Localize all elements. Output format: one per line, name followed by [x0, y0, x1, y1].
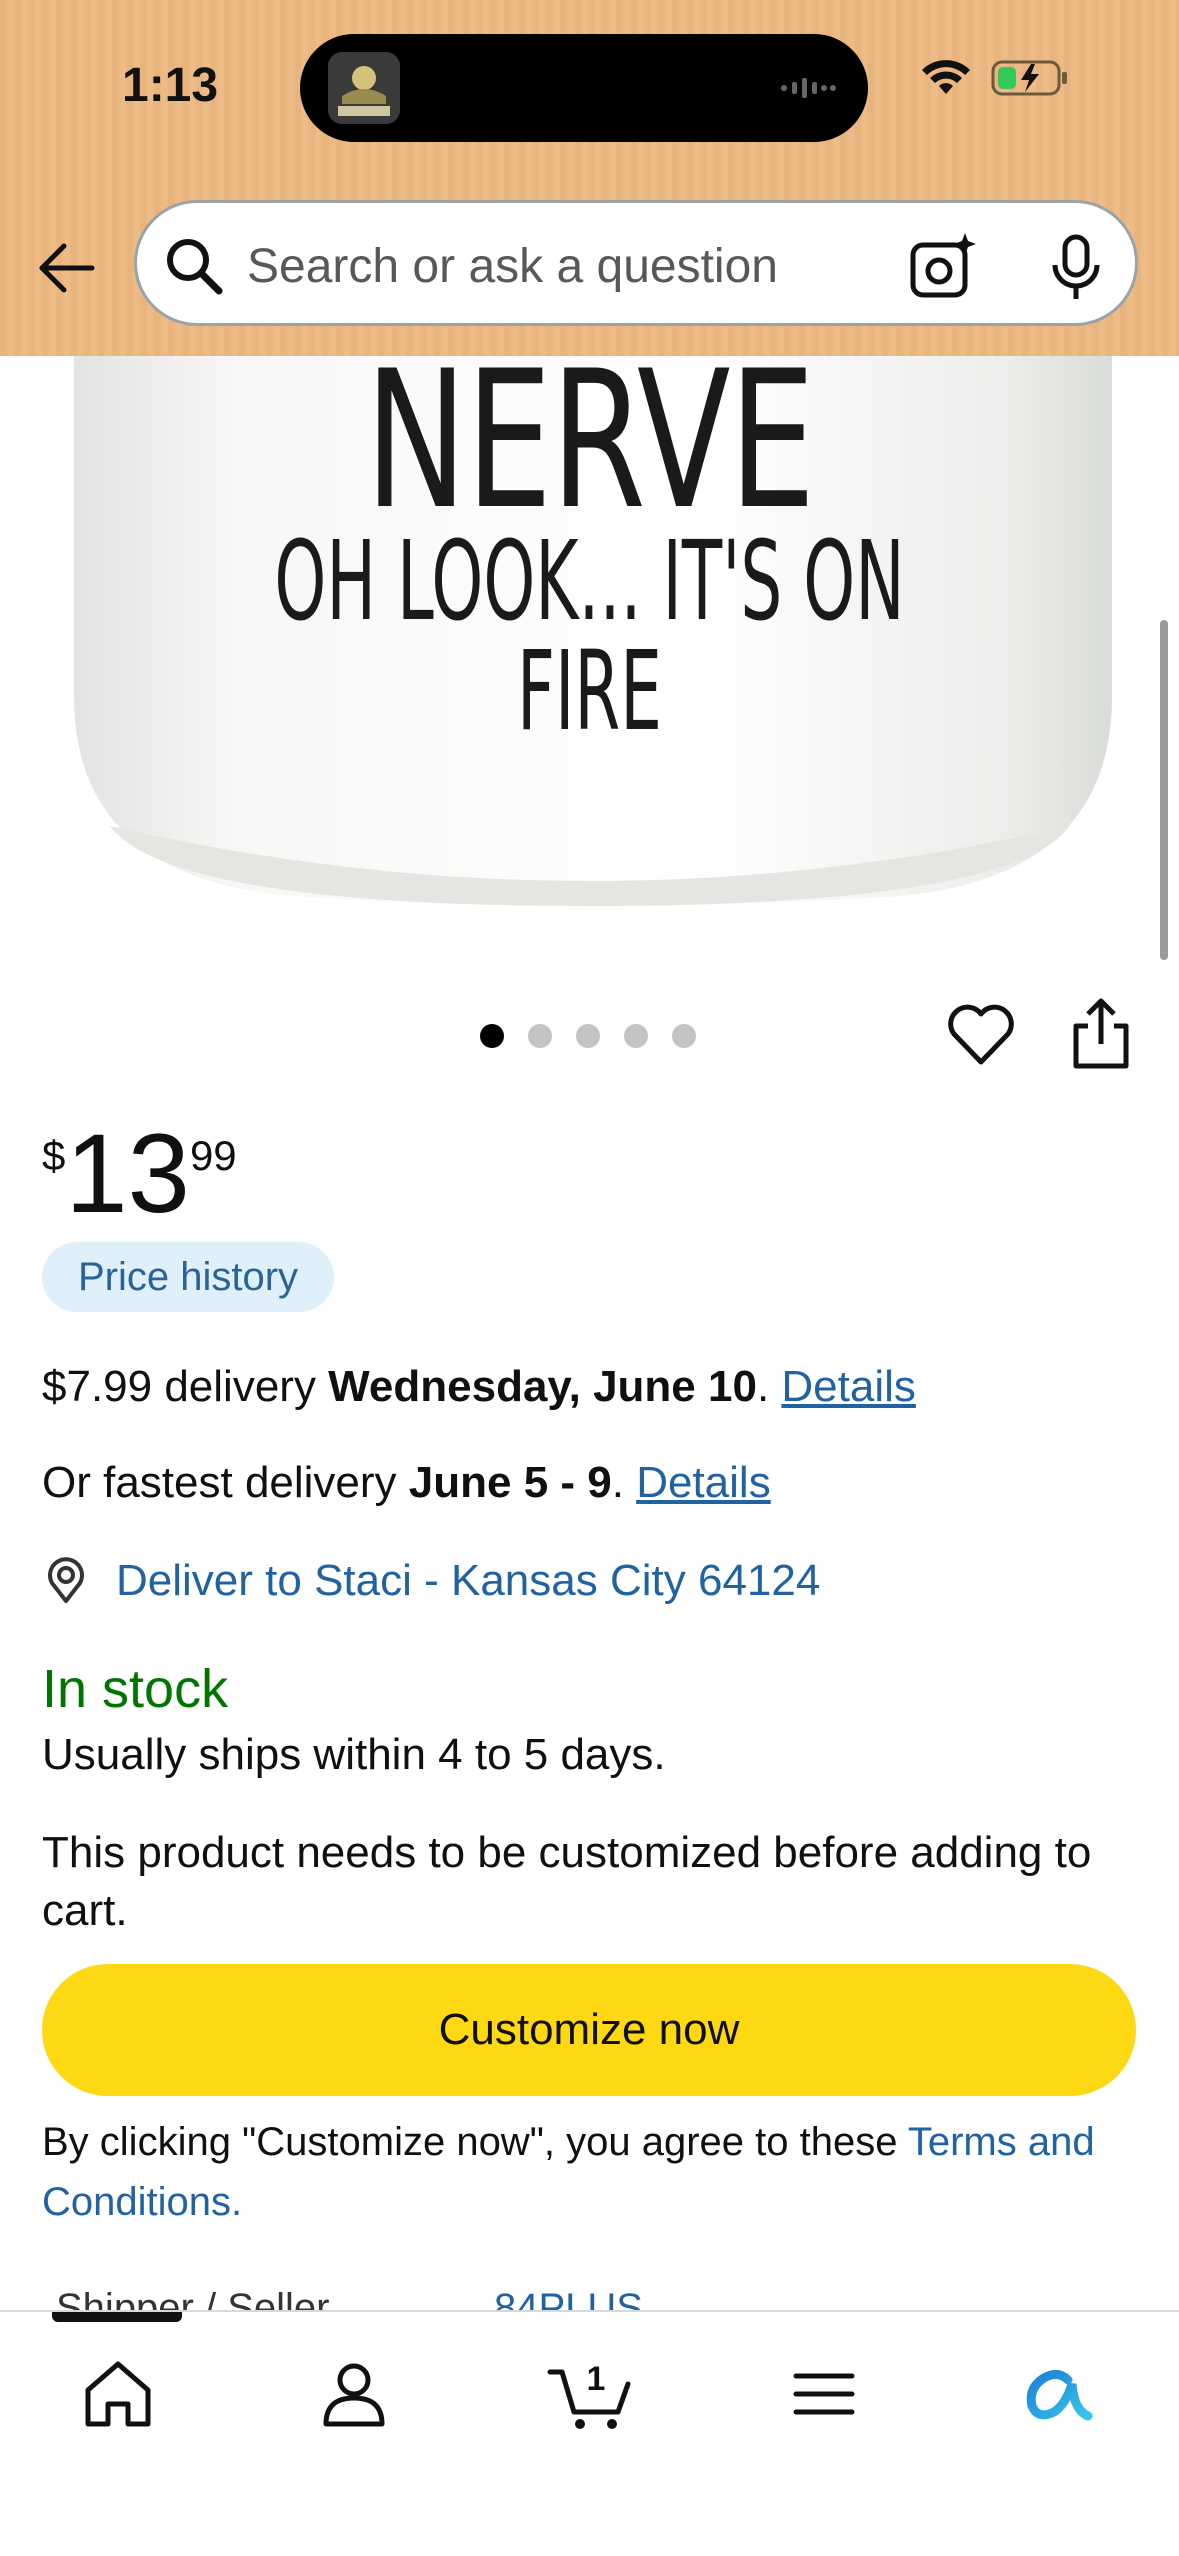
dynamic-island	[300, 34, 868, 142]
search-input[interactable]	[247, 233, 927, 299]
carousel-dot[interactable]	[576, 1024, 600, 1048]
home-icon[interactable]	[78, 2354, 158, 2434]
standard-delivery-details-link[interactable]: Details	[781, 1362, 916, 1411]
island-app-icon	[328, 52, 400, 124]
customize-now-button[interactable]: Customize now	[42, 1964, 1136, 2096]
rufus-icon[interactable]	[1018, 2354, 1098, 2434]
product-price: $ 13 99	[42, 1118, 237, 1230]
fast-delivery-date: June 5 - 9	[408, 1458, 612, 1507]
carousel-dot[interactable]	[528, 1024, 552, 1048]
status-icons	[921, 58, 1069, 98]
carousel-dot[interactable]	[624, 1024, 648, 1048]
mug-print-line2: OH LOOK... IT'S ON FIRE	[274, 517, 905, 755]
menu-icon[interactable]	[784, 2354, 864, 2434]
heart-icon[interactable]	[946, 1000, 1016, 1070]
carousel-dot[interactable]	[480, 1024, 504, 1048]
terms-prefix: By clicking "Customize now", you agree t…	[42, 2120, 908, 2164]
search-icon	[167, 239, 223, 295]
location-pin-icon	[48, 1557, 84, 1603]
wifi-icon	[922, 60, 970, 94]
active-tab-indicator	[52, 2312, 182, 2322]
price-whole: 13	[65, 1111, 190, 1236]
cart-icon[interactable]: 1	[546, 2354, 636, 2434]
price-fraction: 99	[189, 1132, 237, 1179]
account-icon[interactable]	[314, 2354, 394, 2434]
customize-note: This product needs to be customized befo…	[42, 1828, 1092, 1935]
standard-delivery-date: Wednesday, June 10	[328, 1362, 757, 1411]
product-image-carousel[interactable]: NERVE OH LOOK... IT'S ON FIRE	[0, 356, 1179, 956]
fast-delivery-prefix: Or fastest delivery	[42, 1458, 409, 1507]
audio-waveform-icon	[778, 74, 838, 107]
page-scrollbar[interactable]	[1160, 620, 1168, 960]
bottom-navigation: 1	[0, 2310, 1179, 2556]
battery-charging-icon	[991, 60, 1067, 96]
deliver-to-text: Deliver to Staci - Kansas City 64124	[116, 1556, 821, 1605]
price-currency: $	[42, 1132, 66, 1179]
carousel-dots[interactable]	[480, 1024, 696, 1048]
fastest-delivery: Or fastest delivery June 5 - 9. Details	[42, 1458, 771, 1508]
stock-status: In stock	[42, 1659, 229, 1719]
cart-count: 1	[587, 2360, 606, 2398]
camera-lens-icon[interactable]	[907, 231, 979, 303]
fast-delivery-details-link[interactable]: Details	[636, 1458, 771, 1507]
deliver-to-link[interactable]: Deliver to Staci - Kansas City 64124	[42, 1556, 820, 1606]
carousel-dot[interactable]	[672, 1024, 696, 1048]
standard-delivery-prefix: $7.99 delivery	[42, 1362, 329, 1411]
standard-delivery-sep: .	[756, 1362, 782, 1411]
standard-delivery: $7.99 delivery Wednesday, June 10. Detai…	[42, 1362, 916, 1412]
terms-agreement: By clicking "Customize now", you agree t…	[42, 2112, 1152, 2232]
price-history-button[interactable]: Price history	[42, 1242, 335, 1312]
search-bar[interactable]	[134, 200, 1138, 326]
share-icon[interactable]	[1070, 996, 1132, 1072]
ships-within: Usually ships within 4 to 5 days.	[42, 1730, 666, 1779]
mug-print-line1: NERVE	[364, 356, 816, 551]
back-arrow-icon[interactable]	[34, 236, 98, 300]
fast-delivery-sep: .	[611, 1458, 637, 1507]
app-header: 1:13	[0, 0, 1179, 356]
status-time: 1:13	[122, 59, 219, 112]
microphone-icon[interactable]	[1041, 231, 1111, 303]
